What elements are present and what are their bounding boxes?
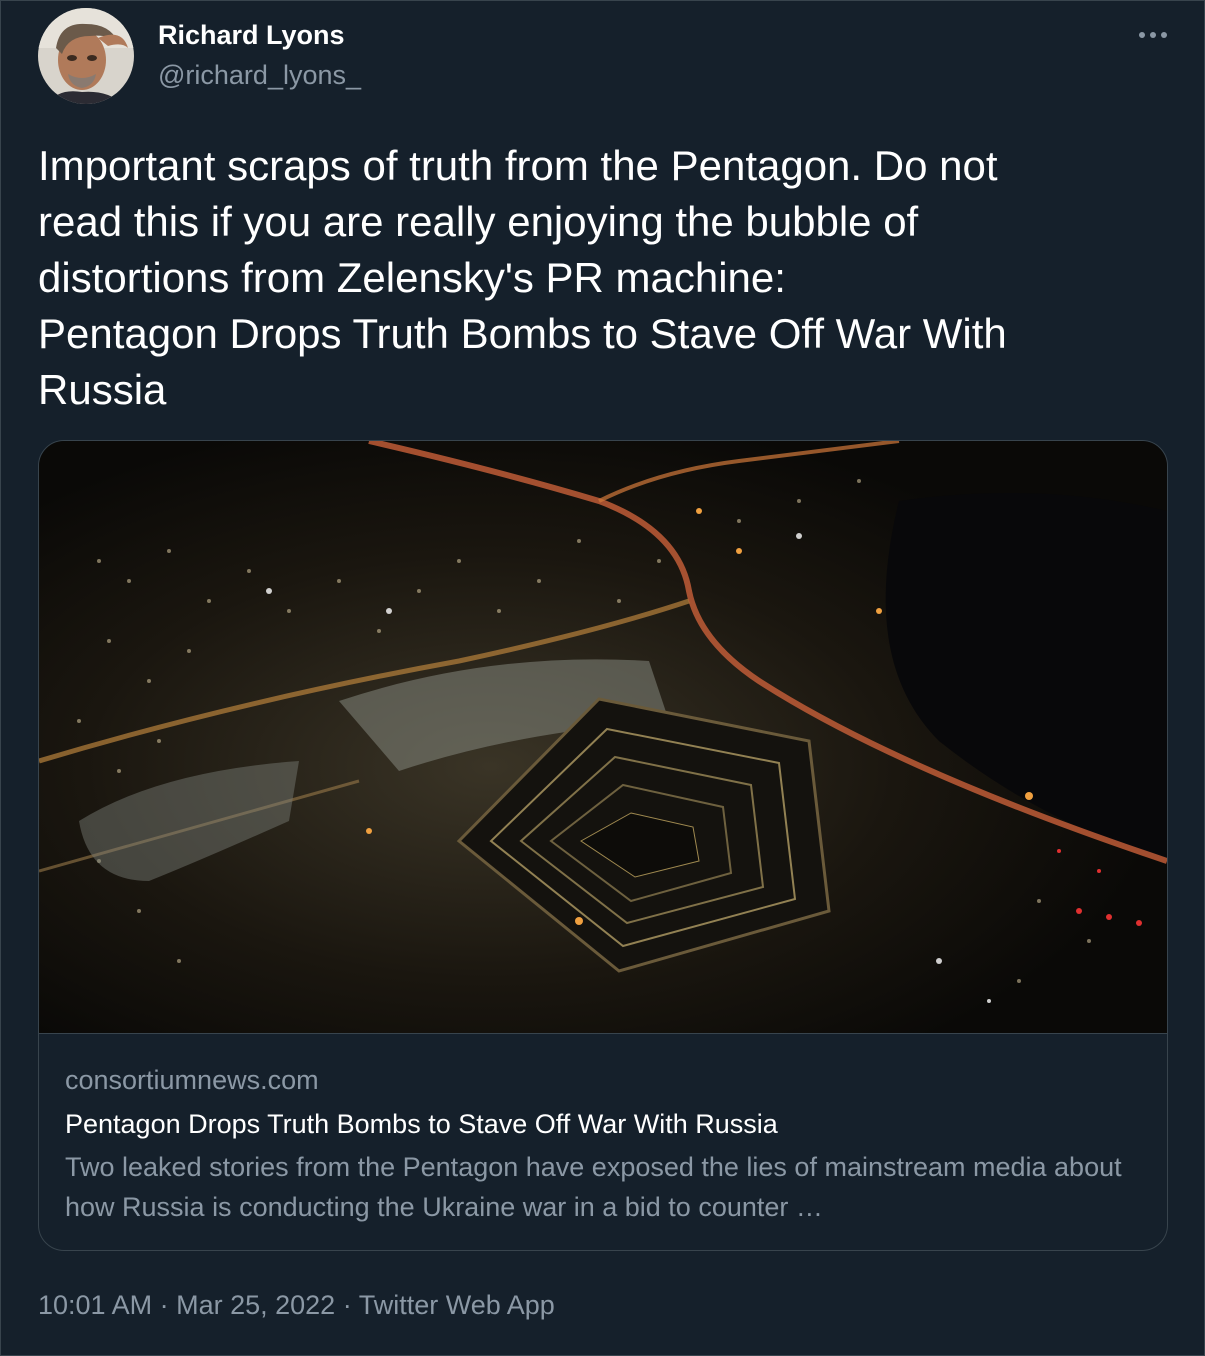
avatar[interactable] xyxy=(38,8,134,104)
more-options-icon xyxy=(1139,32,1167,38)
separator-dot: · xyxy=(152,1290,177,1320)
tweet-date[interactable]: Mar 25, 2022 xyxy=(176,1290,335,1320)
tweet-text-line: Russia xyxy=(38,366,167,413)
tweet-text-line: distortions from Zelensky's PR machine: xyxy=(38,254,786,301)
tweet-text-line: read this if you are really enjoying the… xyxy=(38,198,919,245)
more-options-button[interactable] xyxy=(1126,16,1180,54)
tweet-text: Important scraps of truth from the Penta… xyxy=(38,138,1168,418)
author-display-name[interactable]: Richard Lyons xyxy=(158,18,345,52)
tweet-time[interactable]: 10:01 AM xyxy=(38,1290,152,1320)
tweet-metadata: 10:01 AM · Mar 25, 2022 · Twitter Web Ap… xyxy=(38,1287,555,1323)
card-title: Pentagon Drops Truth Bombs to Stave Off … xyxy=(65,1109,778,1139)
card-meta: consortiumnews.com Pentagon Drops Truth … xyxy=(65,1063,1145,1227)
card-image[interactable] xyxy=(39,441,1167,1034)
link-card[interactable]: consortiumnews.com Pentagon Drops Truth … xyxy=(38,440,1168,1251)
tweet-source[interactable]: Twitter Web App xyxy=(359,1290,555,1320)
author-handle[interactable]: @richard_lyons_ xyxy=(158,58,361,92)
separator-dot: · xyxy=(335,1290,359,1320)
tweet-text-line: Pentagon Drops Truth Bombs to Stave Off … xyxy=(38,310,1007,357)
card-domain: consortiumnews.com xyxy=(65,1065,319,1095)
card-description: Two leaked stories from the Pentagon hav… xyxy=(65,1152,1122,1222)
tweet-text-line: Important scraps of truth from the Penta… xyxy=(38,142,998,189)
pentagon-night-aerial-photo xyxy=(39,441,1167,1033)
